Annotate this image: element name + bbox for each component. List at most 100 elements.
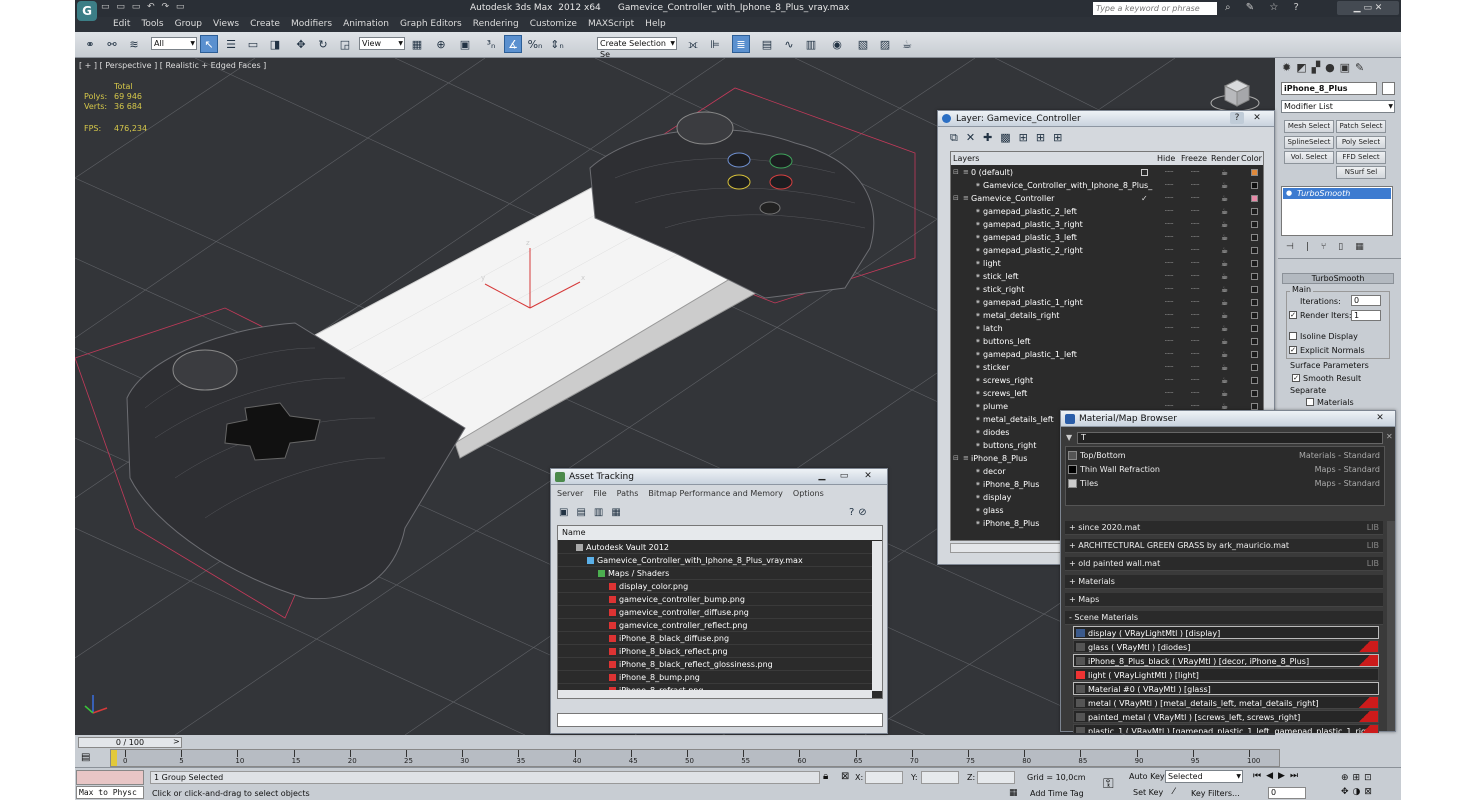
layer-name[interactable]: sticker <box>983 361 1009 374</box>
toggle-dash[interactable]: ┄┄ <box>1191 231 1199 244</box>
layer-name[interactable]: gamepad_plastic_1_right <box>983 296 1083 309</box>
search-clear-icon[interactable]: ✕ <box>1386 432 1393 441</box>
layer-name[interactable]: latch <box>983 322 1003 335</box>
y-coord-field[interactable] <box>921 771 959 784</box>
toggle-dash[interactable]: ┄┄ <box>1165 244 1173 257</box>
toggle-dash[interactable]: ┄┄ <box>1191 374 1199 387</box>
layer-row[interactable]: ⁕ stick_left ┄┄ ┄┄ ☕ <box>951 270 1263 283</box>
move-icon[interactable]: ✥ <box>292 35 310 53</box>
layer-row[interactable]: ⁕ gamepad_plastic_1_right ┄┄ ┄┄ ☕ <box>951 296 1263 309</box>
layer-color-swatch[interactable] <box>1251 208 1258 215</box>
viewcube[interactable] <box>1210 79 1260 112</box>
toggle-dash[interactable]: ┄┄ <box>1165 348 1173 361</box>
close-button[interactable]: ✕ <box>861 470 875 482</box>
minimize-button[interactable]: ▁ <box>815 470 829 482</box>
pivot-icon[interactable]: ▦ <box>408 35 426 53</box>
render-teapot-icon[interactable]: ☕ <box>1221 387 1228 400</box>
layer-row[interactable]: ⁕ buttons_left ┄┄ ┄┄ ☕ <box>951 335 1263 348</box>
window-controls[interactable]: ▁ ▭ ✕ <box>1337 1 1399 15</box>
library-group-header[interactable]: + since 2020.mat LIB <box>1065 521 1383 535</box>
toggle-dash[interactable]: ┄┄ <box>1165 309 1173 322</box>
scene-material-row[interactable]: Material #0 ( VRayMtl ) [glass] <box>1073 682 1379 695</box>
render-teapot-icon[interactable]: ☕ <box>1221 283 1228 296</box>
layer-row[interactable]: ⁕ gamepad_plastic_1_left ┄┄ ┄┄ ☕ <box>951 348 1263 361</box>
asset-row[interactable]: Maps / Shaders <box>558 567 872 580</box>
toggle-dash[interactable]: ┄┄ <box>1191 179 1199 192</box>
asset-vscrollbar[interactable] <box>872 541 882 691</box>
layer-color-swatch[interactable] <box>1251 338 1258 345</box>
layer-color-swatch[interactable] <box>1251 325 1258 332</box>
render-teapot-icon[interactable]: ☕ <box>1221 257 1228 270</box>
menu-modifiers[interactable]: Modifiers <box>291 19 332 29</box>
layer-row[interactable]: ⁕ metal_details_right ┄┄ ┄┄ ☕ <box>951 309 1263 322</box>
expand-icon[interactable]: ⊟ <box>953 192 959 205</box>
keyboard-shortcut-icon[interactable]: ▣ <box>456 35 474 53</box>
material-vscrollbar[interactable] <box>1387 521 1395 731</box>
set-key-button[interactable]: Set Key <box>1133 788 1163 797</box>
playback-controls[interactable]: ⏮◀▶⏭ <box>1253 771 1303 781</box>
layer-row[interactable]: ⁕ gamepad_plastic_3_right ┄┄ ┄┄ ☕ <box>951 218 1263 231</box>
layer-row[interactable]: ⊟ ≡ Gamevice_Controller ┄┄ ┄┄ ☕ ✓ <box>951 192 1263 205</box>
layer-color-swatch[interactable] <box>1251 234 1258 241</box>
layer-name[interactable]: iPhone_8_Plus <box>983 478 1039 491</box>
asset-menu-paths[interactable]: Paths <box>617 489 639 498</box>
layer-name[interactable]: buttons_right <box>983 439 1036 452</box>
active-layer-check-icon[interactable]: ✓ <box>1141 192 1148 205</box>
render-teapot-icon[interactable]: ☕ <box>1221 335 1228 348</box>
toggle-dash[interactable]: ┄┄ <box>1191 296 1199 309</box>
select-link-icon[interactable]: ⚭ <box>81 35 99 53</box>
layer-color-swatch[interactable] <box>1251 260 1258 267</box>
layer-color-swatch[interactable] <box>1251 390 1258 397</box>
layer-color-swatch[interactable] <box>1251 377 1258 384</box>
search-result-row[interactable]: Tiles Maps - Standard <box>1066 477 1384 490</box>
menu-maxscript[interactable]: MAXScript <box>588 19 634 29</box>
curve-editor-icon[interactable]: ∿ <box>780 35 798 53</box>
asset-row[interactable]: iPhone_8_black_diffuse.png <box>558 632 872 645</box>
z-coord-field[interactable] <box>977 771 1015 784</box>
layer-color-swatch[interactable] <box>1251 221 1258 228</box>
object-name-field[interactable]: iPhone_8_Plus <box>1281 82 1377 95</box>
bind-spacewarp-icon[interactable]: ≋ <box>125 35 143 53</box>
named-selection-dropdown[interactable]: Create Selection Se <box>597 37 677 59</box>
auto-key-button[interactable]: Auto Key <box>1129 772 1165 781</box>
isoline-checkbox[interactable] <box>1289 332 1297 340</box>
toggle-dash[interactable]: ┄┄ <box>1191 270 1199 283</box>
layer-name[interactable]: 0 (default) <box>971 166 1013 179</box>
toggle-dash[interactable]: ┄┄ <box>1165 257 1173 270</box>
spline-select-button[interactable]: SplineSelect <box>1284 136 1334 149</box>
toggle-dash[interactable]: ┄┄ <box>1165 361 1173 374</box>
layer-color-swatch[interactable] <box>1251 299 1258 306</box>
toggle-dash[interactable]: ┄┄ <box>1165 166 1173 179</box>
asset-menu-options[interactable]: Options <box>793 489 824 498</box>
close-button[interactable]: ✕ <box>1373 412 1387 424</box>
layer-name[interactable]: display <box>983 491 1011 504</box>
layer-row[interactable]: ⁕ screws_left ┄┄ ┄┄ ☕ <box>951 387 1263 400</box>
layer-name[interactable]: metal_details_right <box>983 309 1059 322</box>
layer-color-swatch[interactable] <box>1251 364 1258 371</box>
asset-row[interactable]: display_color.png <box>558 580 872 593</box>
toggle-dash[interactable]: ┄┄ <box>1191 322 1199 335</box>
asset-row[interactable]: gamevice_controller_diffuse.png <box>558 606 872 619</box>
maximize-button[interactable]: ▭ <box>837 470 851 482</box>
asset-row[interactable]: iPhone_8_black_reflect.png <box>558 645 872 658</box>
layer-toolbar[interactable]: ⧉✕✚▩⊞⊞⊞ <box>950 131 1070 145</box>
time-slider[interactable]: 0 / 100 <box>78 737 182 748</box>
search-result-row[interactable]: Thin Wall Refraction Maps - Standard <box>1066 463 1384 476</box>
key-icon[interactable]: ⚿ <box>1103 776 1114 792</box>
schematic-view-icon[interactable]: ▥ <box>802 35 820 53</box>
layer-row[interactable]: ⁕ light ┄┄ ┄┄ ☕ <box>951 257 1263 270</box>
layer-row[interactable]: ⁕ gamepad_plastic_2_right ┄┄ ┄┄ ☕ <box>951 244 1263 257</box>
layer-row[interactable]: ⁕ screws_right ┄┄ ┄┄ ☕ <box>951 374 1263 387</box>
layer-row[interactable]: ⁕ stick_right ┄┄ ┄┄ ☕ <box>951 283 1263 296</box>
rotate-icon[interactable]: ↻ <box>314 35 332 53</box>
render-teapot-icon[interactable]: ☕ <box>1221 244 1228 257</box>
toggle-dash[interactable]: ┄┄ <box>1191 166 1199 179</box>
menu-views[interactable]: Views <box>213 19 239 29</box>
asset-menu-server[interactable]: Server <box>557 489 583 498</box>
render-production-icon[interactable]: ☕ <box>898 35 916 53</box>
search-input[interactable]: Type a keyword or phrase <box>1093 2 1217 15</box>
window-crossing-icon[interactable]: ◨ <box>266 35 284 53</box>
menu-tools[interactable]: Tools <box>141 19 163 29</box>
toggle-dash[interactable]: ┄┄ <box>1191 244 1199 257</box>
layer-row[interactable]: ⁕ gamepad_plastic_3_left ┄┄ ┄┄ ☕ <box>951 231 1263 244</box>
